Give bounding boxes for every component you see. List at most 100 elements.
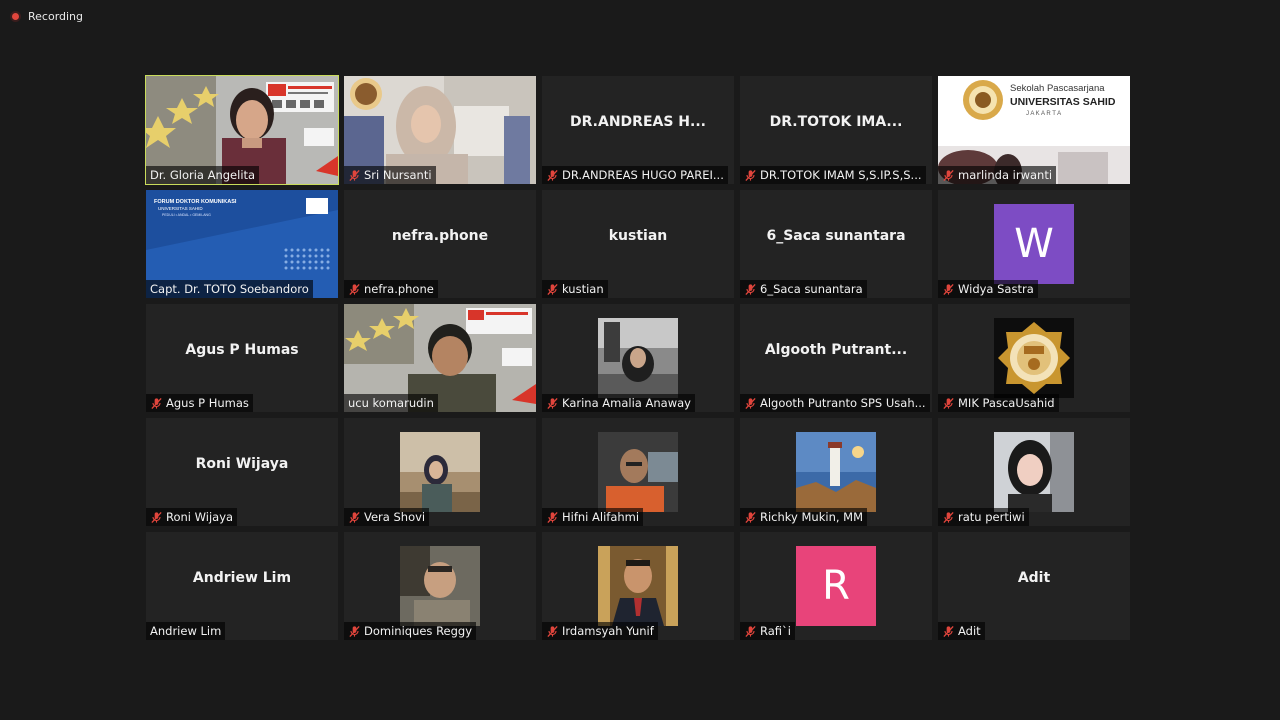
recording-indicator[interactable]: Recording — [10, 10, 83, 23]
participant-display-name: DR.TOTOK IMA... — [769, 114, 903, 130]
participant-tile[interactable]: Hifni Alifahmi — [542, 418, 734, 526]
recording-label: Recording — [28, 10, 84, 23]
muted-mic-icon — [943, 511, 954, 523]
muted-mic-icon — [547, 283, 558, 295]
participant-name-label: ratu pertiwi — [938, 508, 1029, 526]
participant-name: Widya Sastra — [958, 282, 1034, 296]
banner-line-1: Sekolah Pascasarjana — [1010, 83, 1105, 94]
participant-name-label: Hifni Alifahmi — [542, 508, 644, 526]
participant-name: Algooth Putranto SPS Usah... — [760, 396, 926, 410]
participant-display-name: Agus P Humas — [185, 342, 299, 358]
profile-photo — [598, 318, 678, 398]
participant-tile[interactable]: Sri Nursanti — [344, 76, 536, 184]
muted-mic-icon — [547, 511, 558, 523]
muted-mic-icon — [943, 169, 954, 181]
banner-line-2: UNIVERSITAS SAHID — [1010, 96, 1116, 108]
participant-name: marlinda irwanti — [958, 168, 1053, 182]
profile-photo — [598, 432, 678, 512]
participant-name-label: MIK PascaUsahid — [938, 394, 1059, 412]
participant-tile[interactable]: Adit Adit — [938, 532, 1130, 640]
participant-display-name: Roni Wijaya — [195, 456, 289, 472]
participant-tile[interactable]: MIK PascaUsahid — [938, 304, 1130, 412]
participant-tile[interactable]: Agus P Humas Agus P Humas — [146, 304, 338, 412]
slide-line-1: FORUM DOKTOR KOMUNIKASI — [154, 199, 237, 205]
participant-name: Adit — [958, 624, 981, 638]
participant-tile[interactable]: W Widya Sastra — [938, 190, 1130, 298]
participant-name: Sri Nursanti — [364, 168, 432, 182]
muted-mic-icon — [349, 511, 360, 523]
participant-tile[interactable]: Algooth Putrant... Algooth Putranto SPS … — [740, 304, 932, 412]
participant-name: Richky Mukin, MM — [760, 510, 864, 524]
lighthouse-photo — [796, 432, 876, 512]
profile-photo — [400, 546, 480, 626]
muted-mic-icon — [745, 625, 756, 637]
participant-tile[interactable]: ucu komarudin — [344, 304, 536, 412]
university-emblem — [994, 318, 1074, 398]
participant-name-label: Widya Sastra — [938, 280, 1038, 298]
participant-tile[interactable]: Roni Wijaya Roni Wijaya — [146, 418, 338, 526]
participant-tile[interactable]: Sekolah Pascasarjana UNIVERSITAS SAHID J… — [938, 76, 1130, 184]
participant-tile[interactable]: Dr. Gloria Angelita — [145, 75, 339, 185]
muted-mic-icon — [349, 283, 360, 295]
participant-name-label: Andriew Lim — [146, 622, 226, 640]
participant-name: Roni Wijaya — [166, 510, 234, 524]
participant-tile[interactable]: DR.TOTOK IMA... DR.TOTOK IMAM S,S.IP.S,S… — [740, 76, 932, 184]
participant-name: Irdamsyah Yunif — [562, 624, 654, 638]
participant-name: ratu pertiwi — [958, 510, 1025, 524]
participant-tile[interactable]: nefra.phone nefra.phone — [344, 190, 536, 298]
participant-name: kustian — [562, 282, 604, 296]
participant-display-name: Andriew Lim — [192, 570, 292, 586]
participant-name: ucu komarudin — [348, 396, 434, 410]
participant-name-label: kustian — [542, 280, 608, 298]
profile-photo — [400, 432, 480, 512]
muted-mic-icon — [151, 397, 162, 409]
participant-tile[interactable]: Irdamsyah Yunif — [542, 532, 734, 640]
participant-display-name: Algooth Putrant... — [764, 342, 908, 358]
participant-name-label: ucu komarudin — [344, 394, 438, 412]
participant-name-label: marlinda irwanti — [938, 166, 1057, 184]
participant-display-name: kustian — [608, 228, 668, 244]
participant-name: Karina Amalia Anaway — [562, 396, 691, 410]
participant-display-name: nefra.phone — [391, 228, 489, 244]
participant-name: Capt. Dr. TOTO Soebandoro — [150, 282, 309, 296]
participant-tile[interactable]: Andriew Lim Andriew Lim — [146, 532, 338, 640]
participant-name: 6_Saca sunantara — [760, 282, 863, 296]
participant-tile[interactable]: FORUM DOKTOR KOMUNIKASI UNIVERSITAS SAHI… — [146, 190, 338, 298]
participant-name-label: Irdamsyah Yunif — [542, 622, 658, 640]
participant-tile[interactable]: DR.ANDREAS H... DR.ANDREAS HUGO PAREI... — [542, 76, 734, 184]
participant-name: nefra.phone — [364, 282, 434, 296]
participant-name-label: Adit — [938, 622, 985, 640]
participant-tile[interactable]: R Rafi`i — [740, 532, 932, 640]
participant-name: Rafi`i — [760, 624, 791, 638]
recording-dot-icon — [10, 11, 21, 22]
participant-tile[interactable]: 6_Saca sunantara 6_Saca sunantara — [740, 190, 932, 298]
participant-name: DR.ANDREAS HUGO PAREI... — [562, 168, 724, 182]
muted-mic-icon — [547, 625, 558, 637]
muted-mic-icon — [349, 625, 360, 637]
participant-tile[interactable]: Vera Shovi — [344, 418, 536, 526]
participant-tile[interactable]: Richky Mukin, MM — [740, 418, 932, 526]
avatar: R — [796, 546, 876, 626]
participant-display-name: DR.ANDREAS H... — [570, 114, 706, 130]
muted-mic-icon — [943, 397, 954, 409]
participant-name: Hifni Alifahmi — [562, 510, 640, 524]
profile-photo — [994, 432, 1074, 512]
participant-name-label: Richky Mukin, MM — [740, 508, 868, 526]
participant-name: Dr. Gloria Angelita — [150, 168, 256, 182]
muted-mic-icon — [547, 397, 558, 409]
participant-tile[interactable]: kustian kustian — [542, 190, 734, 298]
participant-name: Dominiques Reggy — [364, 624, 473, 638]
participant-name-label: Sri Nursanti — [344, 166, 436, 184]
participant-name: Vera Shovi — [364, 510, 426, 524]
muted-mic-icon — [745, 397, 756, 409]
muted-mic-icon — [745, 283, 756, 295]
participant-tile[interactable]: Dominiques Reggy — [344, 532, 536, 640]
participant-name: DR.TOTOK IMAM S,S.IP.S,S... — [760, 168, 922, 182]
muted-mic-icon — [151, 511, 162, 523]
participant-name-label: Dr. Gloria Angelita — [146, 166, 260, 184]
participant-tile[interactable]: Karina Amalia Anaway — [542, 304, 734, 412]
participant-display-name: 6_Saca sunantara — [766, 228, 906, 244]
banner-line-3: J A K A R T A — [1026, 111, 1061, 117]
participant-name: MIK PascaUsahid — [958, 396, 1055, 410]
participant-tile[interactable]: ratu pertiwi — [938, 418, 1130, 526]
